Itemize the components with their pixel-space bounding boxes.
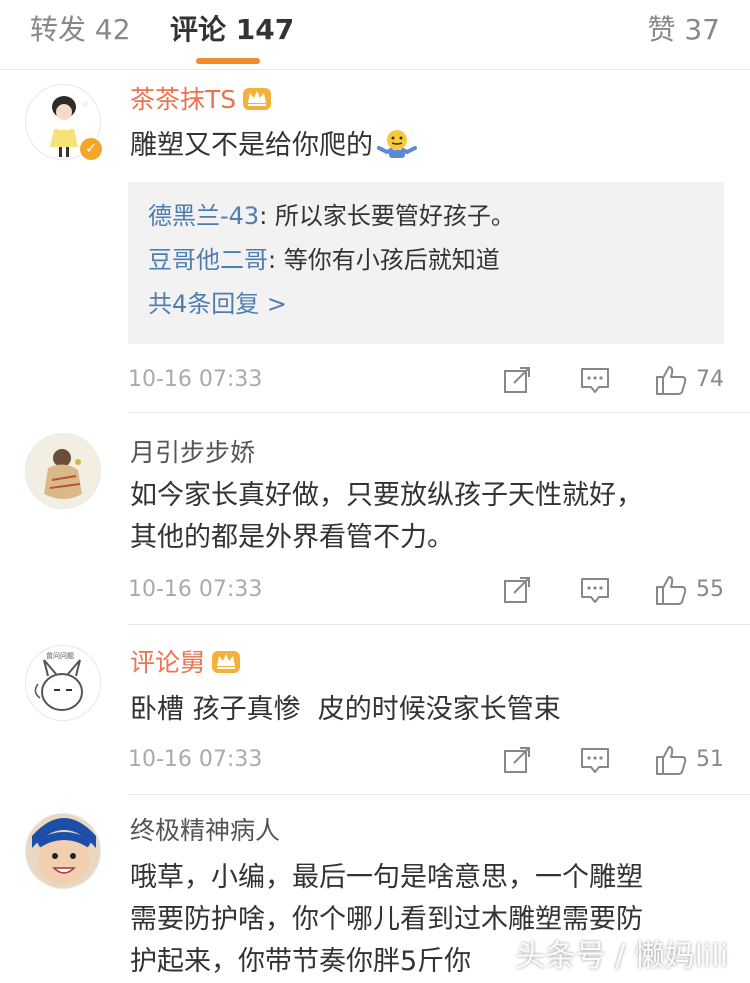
comment-text: 卧槽 孩子真惨 皮的时候没家长管束 (130, 694, 561, 725)
commenter-name[interactable]: 终极精神病人 (130, 815, 280, 847)
comment-text: 雕塑又不是给你爬的 (130, 125, 730, 167)
avatar[interactable] (25, 813, 101, 889)
like-icon[interactable] (654, 573, 688, 607)
verified-badge: ✓ (78, 136, 104, 162)
shrug-emoji-icon (377, 130, 417, 158)
like-icon[interactable] (654, 743, 688, 777)
reply-author[interactable]: 豆哥他二哥 (148, 246, 268, 274)
comment-text: 如今家长真好做，只要放纵孩子天性就好， 其他的都是外界看管不力。 (130, 480, 643, 553)
commenter-name[interactable]: 月引步步娇 (130, 437, 255, 469)
reply-item[interactable]: 德黑兰-43: 所以家长要管好孩子。 (148, 194, 704, 238)
svg-text:♡: ♡ (82, 101, 88, 109)
like-icon[interactable] (654, 363, 688, 397)
avatar[interactable] (25, 433, 101, 509)
tab-comments[interactable]: 评论 147 (170, 12, 294, 48)
like-count: 74 (696, 367, 724, 392)
comment-meta: 10-16 07:33 51 (128, 743, 750, 777)
tab-likes[interactable]: 赞 37 (647, 12, 720, 48)
share-icon[interactable] (500, 743, 534, 777)
more-replies-link[interactable]: 共4条回复 > (148, 282, 704, 326)
commenter-name[interactable]: 评论舅 (130, 647, 241, 679)
reply-icon[interactable] (578, 363, 612, 397)
reply-text: : 等你有小孩后就知道 (268, 246, 500, 274)
comment-time: 10-16 07:33 (128, 747, 263, 772)
like-count: 51 (696, 747, 724, 772)
comment-item: 曾问问题 评论舅 卧槽 孩子真惨 皮的时候没家长管束 10-16 07:33 5… (0, 625, 750, 795)
comment-item: ♡ ✓ 茶茶抹TS 雕塑又不是给你爬的 德黑兰-43: 所以家长要管好孩子。 豆… (0, 70, 750, 413)
comment-meta: 10-16 07:33 55 (128, 573, 750, 607)
crown-icon (212, 651, 241, 673)
reply-item[interactable]: 豆哥他二哥: 等你有小孩后就知道 (148, 238, 704, 282)
active-tab-indicator (196, 58, 260, 64)
share-icon[interactable] (500, 363, 534, 397)
avatar[interactable]: 曾问问题 (25, 645, 101, 721)
comment-time: 10-16 07:33 (128, 367, 263, 392)
reply-text: : 所以家长要管好孩子。 (259, 202, 515, 230)
reply-icon[interactable] (578, 743, 612, 777)
crown-icon (243, 88, 272, 110)
share-icon[interactable] (500, 573, 534, 607)
watermark: 头条号 / 懒妈lili (515, 939, 728, 974)
tab-bar: 转发 42 评论 147 赞 37 (0, 0, 750, 70)
comment-meta: 10-16 07:33 74 (128, 363, 750, 397)
tab-reposts[interactable]: 转发 42 (30, 12, 131, 48)
comment-time: 10-16 07:33 (128, 577, 263, 602)
like-count: 55 (696, 577, 724, 602)
reply-box[interactable]: 德黑兰-43: 所以家长要管好孩子。 豆哥他二哥: 等你有小孩后就知道 共4条回… (128, 182, 724, 344)
reply-author[interactable]: 德黑兰-43 (148, 202, 259, 230)
commenter-name[interactable]: 茶茶抹TS (130, 84, 272, 116)
svg-text:曾问问题: 曾问问题 (46, 651, 74, 660)
reply-icon[interactable] (578, 573, 612, 607)
comment-item: 月引步步娇 如今家长真好做，只要放纵孩子天性就好， 其他的都是外界看管不力。 1… (0, 413, 750, 625)
